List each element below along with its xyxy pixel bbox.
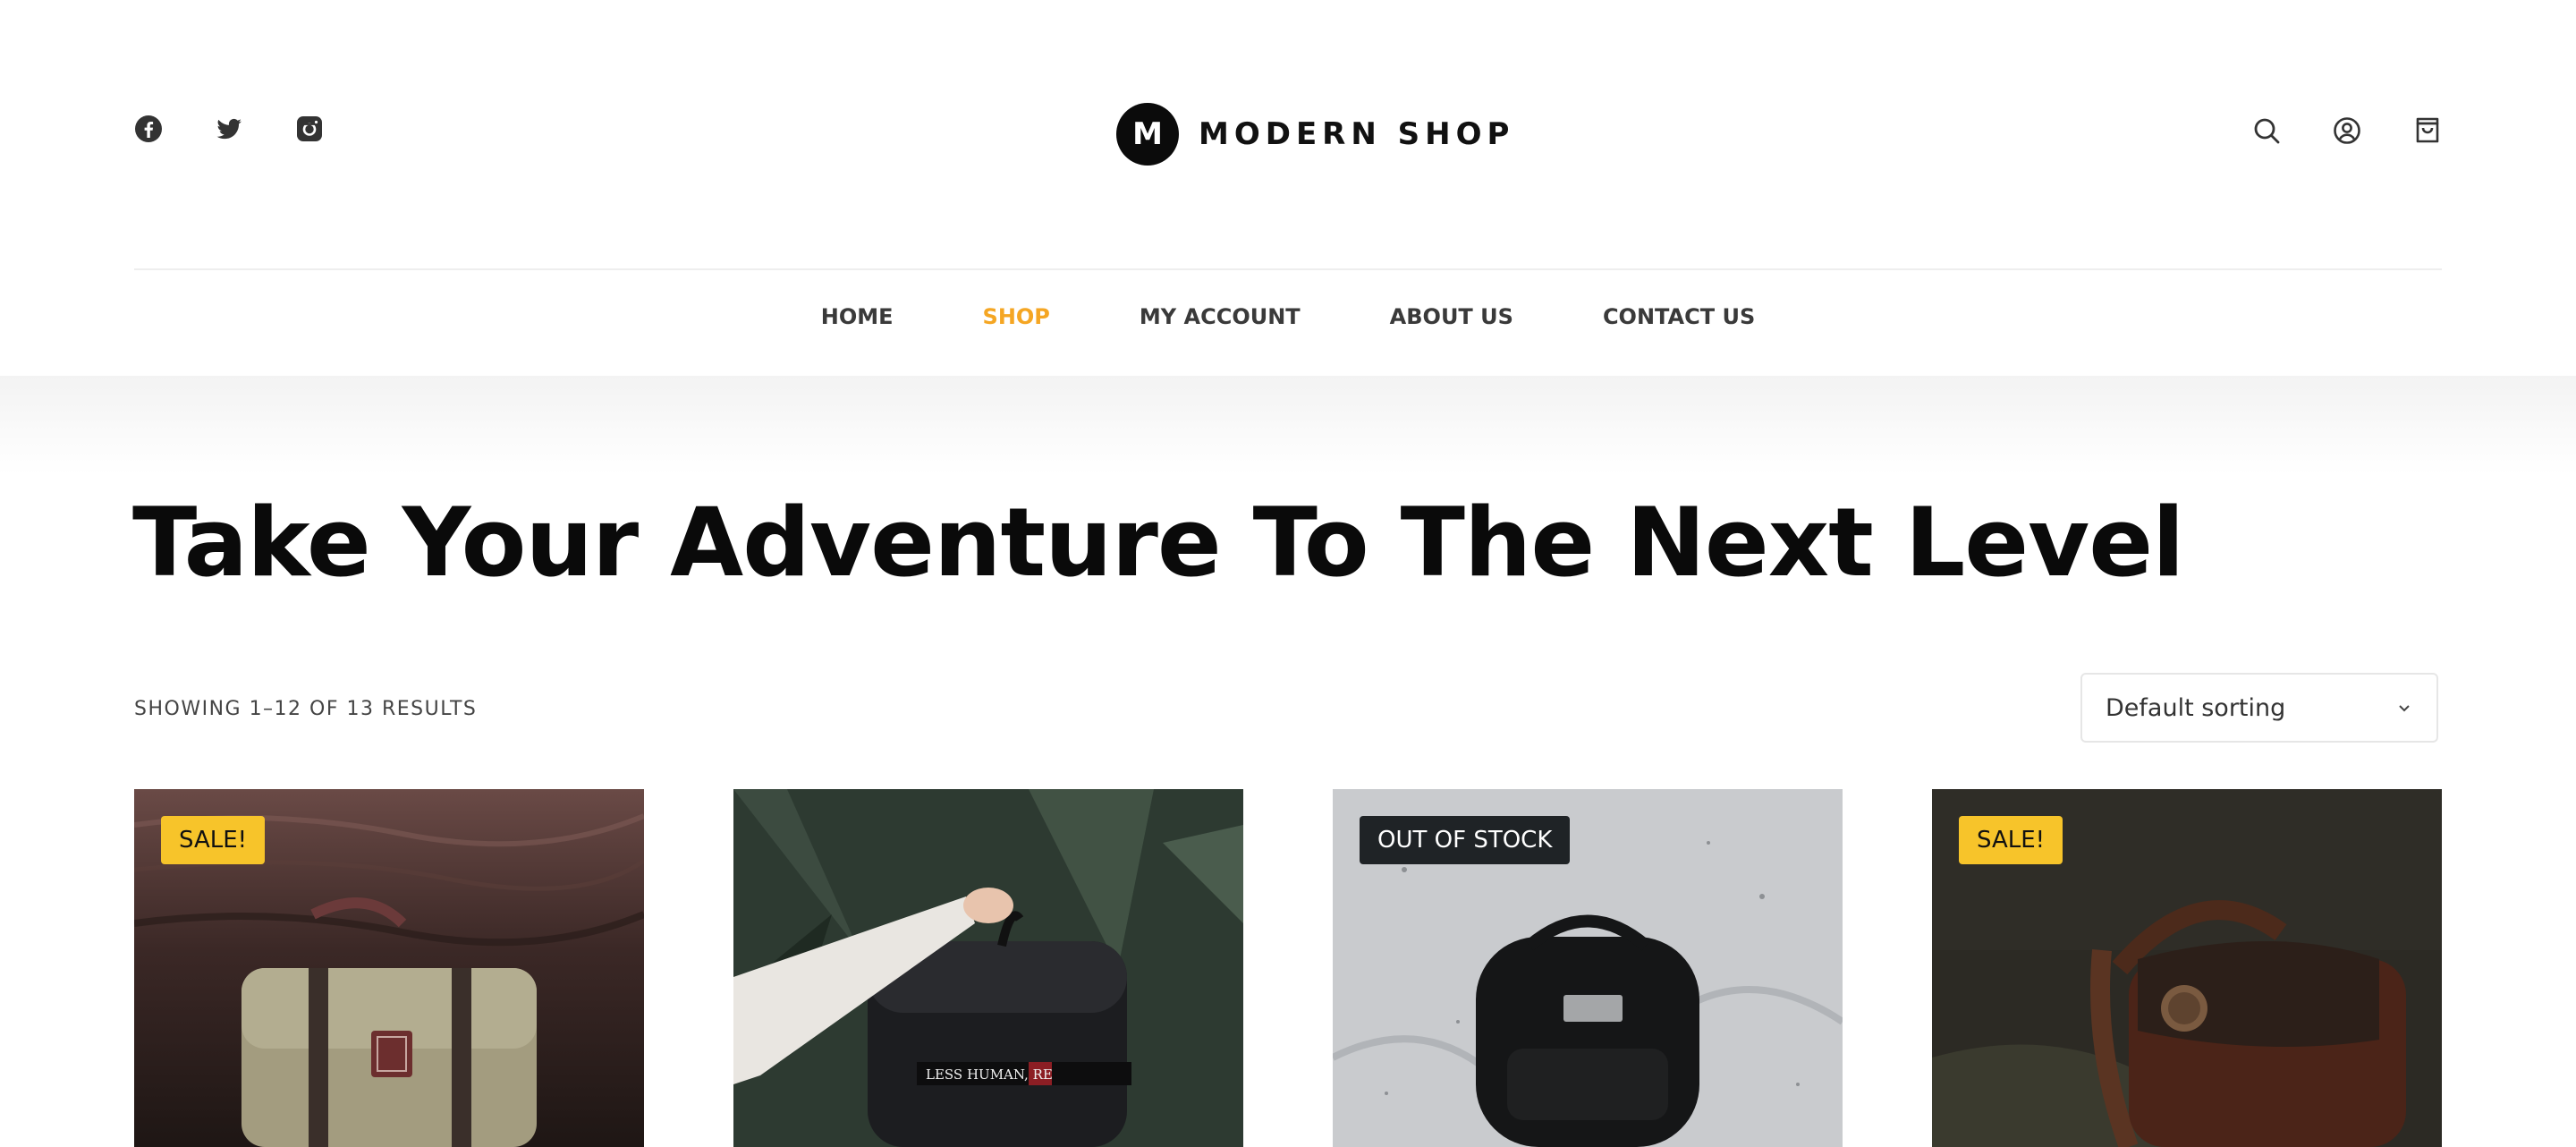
- site-logo[interactable]: M MODERN SHOP: [1116, 103, 1514, 166]
- product-card[interactable]: SALE!: [134, 789, 644, 1147]
- main-navigation: HOME SHOP MY ACCOUNT ABOUT US CONTACT US: [0, 304, 2576, 329]
- nav-item-contact-us[interactable]: CONTACT US: [1603, 304, 1755, 329]
- cart-icon[interactable]: [2413, 116, 2442, 145]
- sale-badge: SALE!: [161, 816, 266, 864]
- account-icon[interactable]: [2333, 116, 2361, 145]
- facebook-icon[interactable]: [134, 115, 163, 143]
- nav-item-about-us[interactable]: ABOUT US: [1390, 304, 1513, 329]
- nav-item-home[interactable]: HOME: [821, 304, 894, 329]
- backpack-print-text: LESS HUMAN, RE: [926, 1066, 1053, 1083]
- page-title: Take Your Adventure To The Next Level: [132, 488, 2184, 598]
- out-of-stock-badge: OUT OF STOCK: [1360, 816, 1571, 864]
- header-shadow: [0, 376, 2576, 474]
- instagram-icon[interactable]: [295, 115, 324, 143]
- result-count: SHOWING 1–12 OF 13 RESULTS: [134, 698, 478, 720]
- header-divider: [134, 268, 2442, 270]
- product-grid: SALE! LESS HUMAN, RE OUT OF STOCK SALE!: [134, 789, 2442, 1147]
- sorting-selected-value: Default sorting: [2106, 693, 2286, 722]
- header-actions: [2252, 116, 2442, 145]
- product-card[interactable]: SALE!: [1932, 789, 2442, 1147]
- chevron-down-icon: [2399, 705, 2410, 712]
- sorting-select[interactable]: Default sorting: [2080, 673, 2438, 743]
- product-card[interactable]: OUT OF STOCK: [1333, 789, 1843, 1147]
- product-card[interactable]: LESS HUMAN, RE: [733, 789, 1243, 1147]
- product-image: LESS HUMAN, RE: [733, 789, 1243, 1147]
- social-links: [134, 115, 324, 143]
- search-icon[interactable]: [2252, 116, 2281, 145]
- logo-badge: M: [1116, 103, 1179, 166]
- sale-badge: SALE!: [1959, 816, 2063, 864]
- site-name: MODERN SHOP: [1199, 116, 1515, 152]
- site-header: M MODERN SHOP HOME SHOP MY ACCOUNT ABOUT…: [0, 0, 2576, 376]
- nav-item-shop[interactable]: SHOP: [983, 304, 1050, 329]
- nav-item-my-account[interactable]: MY ACCOUNT: [1140, 304, 1301, 329]
- twitter-icon[interactable]: [215, 115, 243, 143]
